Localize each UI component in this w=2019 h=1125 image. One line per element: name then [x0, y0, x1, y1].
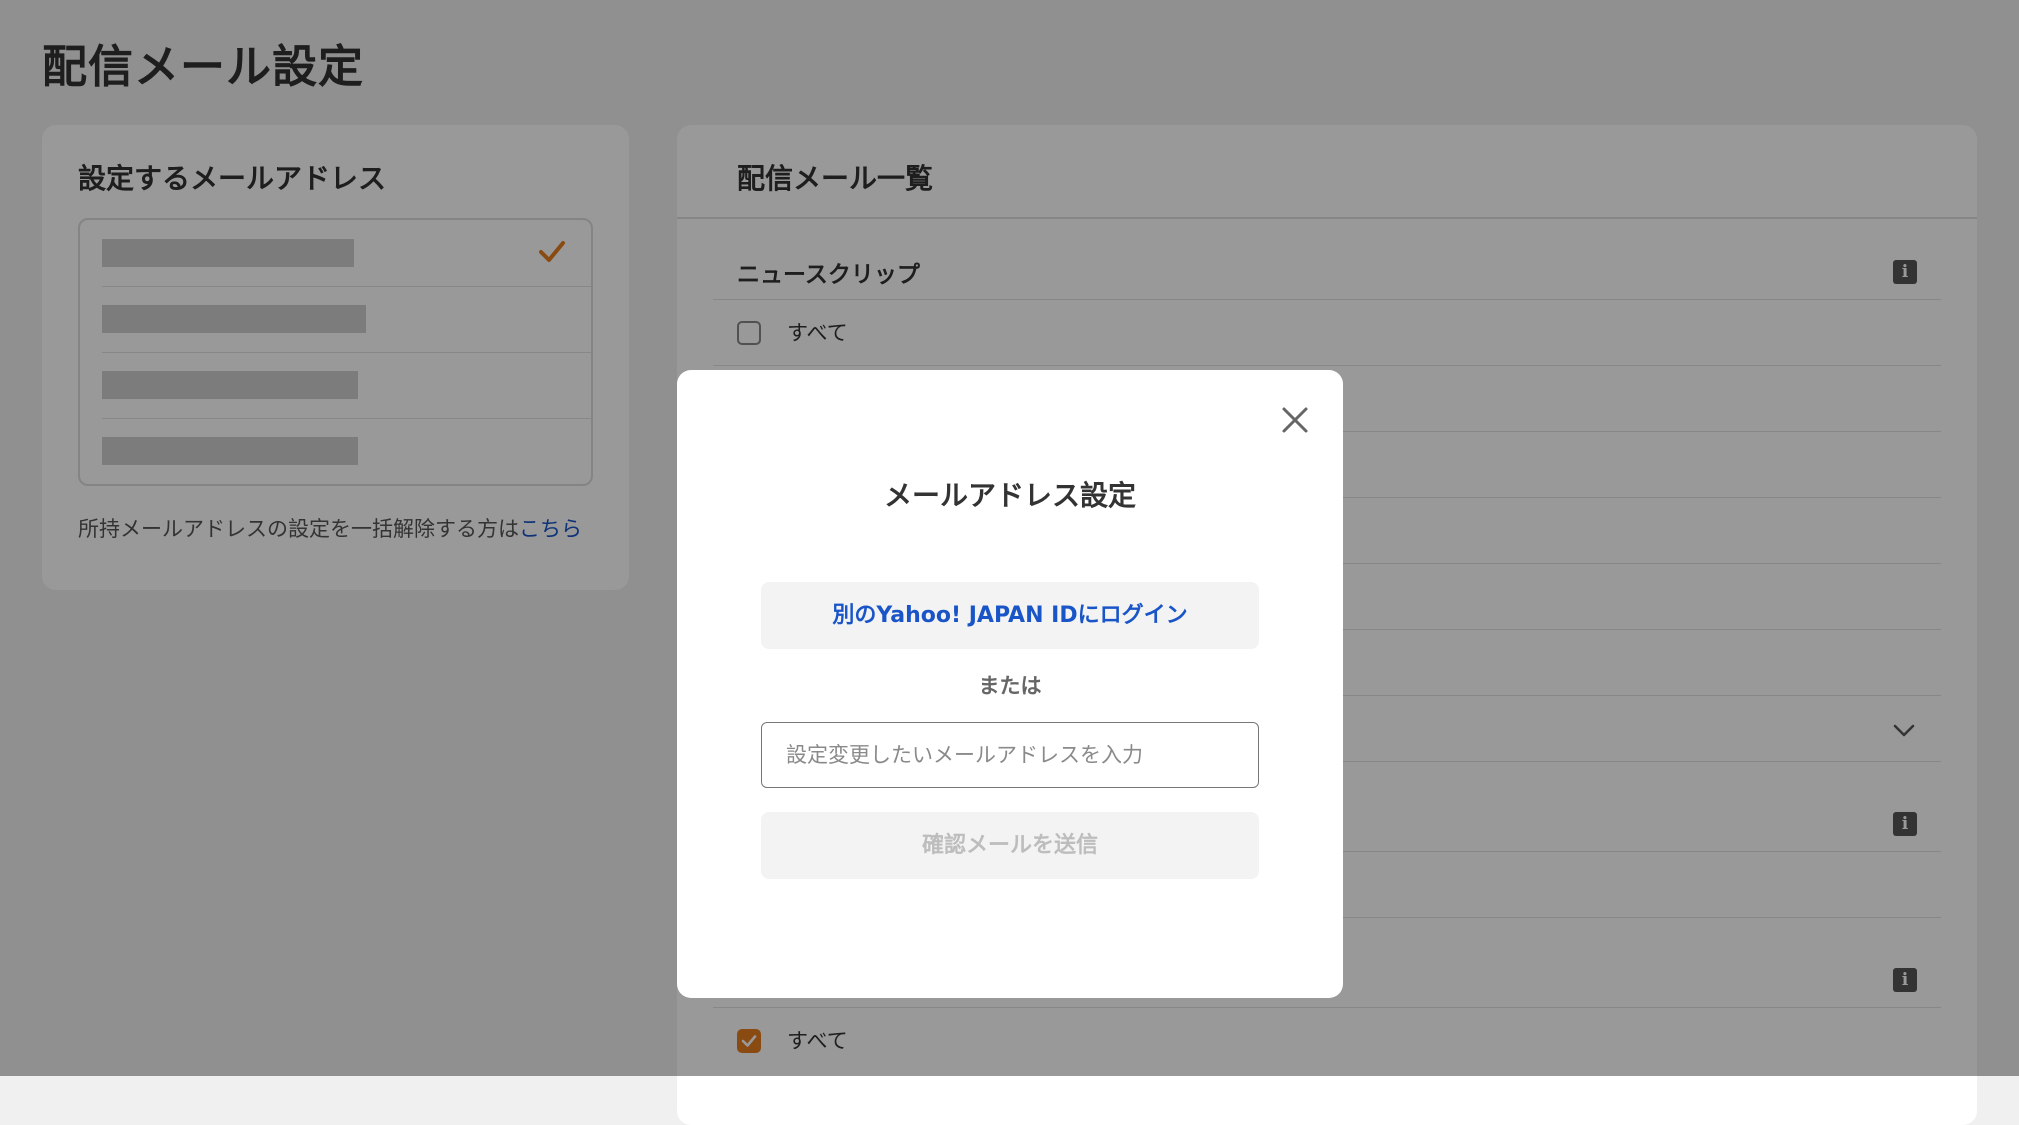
- modal-title: メールアドレス設定: [883, 479, 1136, 512]
- email-settings-modal: メールアドレス設定 別のYahoo! JAPAN IDにログイン または 確認メ…: [677, 370, 1343, 998]
- close-icon[interactable]: [1275, 400, 1315, 440]
- or-separator: または: [978, 674, 1042, 698]
- send-confirmation-button[interactable]: 確認メールを送信: [761, 812, 1259, 879]
- email-input[interactable]: [761, 722, 1259, 788]
- login-other-id-button[interactable]: 別のYahoo! JAPAN IDにログイン: [761, 582, 1259, 649]
